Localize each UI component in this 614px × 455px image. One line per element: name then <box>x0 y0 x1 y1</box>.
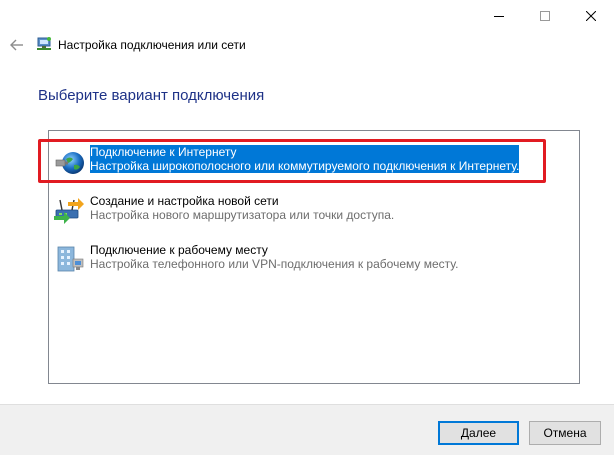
network-setup-icon <box>37 37 51 50</box>
maximize-icon <box>540 11 550 21</box>
workplace-building-icon <box>57 246 84 272</box>
option-description: Настройка телефонного или VPN-подключени… <box>90 257 459 271</box>
back-arrow-icon[interactable] <box>8 36 26 54</box>
window-title: Настройка подключения или сети <box>58 38 246 52</box>
option-title: Подключение к рабочему месту <box>90 243 268 257</box>
page-heading: Выберите вариант подключения <box>38 87 265 104</box>
close-icon <box>586 11 596 21</box>
annotation-highlight <box>38 139 546 183</box>
minimize-button[interactable] <box>476 0 522 32</box>
next-button[interactable]: Далее <box>438 421 519 445</box>
title-bar <box>0 0 614 32</box>
close-button[interactable] <box>568 0 614 32</box>
cancel-button[interactable]: Отмена <box>529 421 601 445</box>
dialog-footer <box>0 404 614 455</box>
minimize-icon <box>494 16 504 17</box>
router-network-icon <box>54 198 84 224</box>
option-description: Настройка нового маршрутизатора или точк… <box>90 208 395 222</box>
maximize-button[interactable] <box>522 0 568 32</box>
option-title: Создание и настройка новой сети <box>90 194 279 208</box>
